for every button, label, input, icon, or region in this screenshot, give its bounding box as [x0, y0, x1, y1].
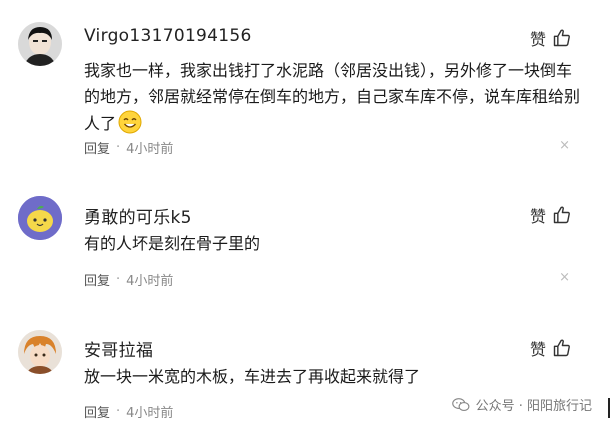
like-button[interactable]: 赞: [530, 203, 572, 227]
reply-button[interactable]: 回复: [84, 402, 110, 421]
reply-button[interactable]: 回复: [84, 138, 110, 157]
like-label: 赞: [529, 340, 546, 359]
username[interactable]: Virgo13170194156: [84, 26, 252, 46]
wechat-icon: [451, 397, 470, 411]
comment-meta: 回复 · 4小时前: [84, 402, 173, 421]
comment-text-content: 我家也一样，我家出钱打了水泥路（邻居没出钱），另外修了一块倒车的地方，邻居就经常…: [84, 61, 581, 133]
like-label: 赞: [529, 207, 546, 226]
timestamp: 4小时前: [126, 274, 174, 289]
comment-text: 有的人坏是刻在骨子里的: [84, 234, 261, 253]
timestamp: 4小时前: [126, 406, 174, 421]
avatar[interactable]: [18, 330, 62, 374]
like-button[interactable]: 赞: [530, 26, 572, 50]
comment-text: 我家也一样，我家出钱打了水泥路（邻居没出钱），另外修了一块倒车的地方，邻居就经常…: [84, 58, 584, 137]
avatar-portrait-icon: [18, 22, 62, 66]
separator-dot: ·: [116, 140, 121, 155]
thumbs-up-icon: [553, 29, 570, 47]
separator-dot: ·: [116, 404, 121, 419]
comment-text: 放一块一米宽的木板，车进去了再收起来就得了: [84, 367, 421, 386]
watermark-text: 公众号 · 阳阳旅行记: [475, 399, 592, 414]
username[interactable]: 安哥拉福: [84, 336, 153, 361]
separator-dot: ·: [116, 272, 121, 287]
comment-meta: 回复 · 4小时前: [84, 138, 173, 157]
username[interactable]: 勇敢的可乐k5: [84, 203, 192, 228]
reply-button[interactable]: 回复: [84, 270, 110, 289]
timestamp: 4小时前: [126, 142, 174, 157]
avatar[interactable]: [18, 22, 62, 66]
lemon-avatar-icon: [18, 196, 62, 240]
watermark: 公众号 · 阳阳旅行记: [451, 395, 592, 414]
smiling-face-emoji-icon: [118, 110, 142, 134]
thumbs-up-icon: [553, 206, 570, 224]
close-icon[interactable]: ×: [559, 270, 570, 285]
comment-meta: 回复 · 4小时前: [84, 270, 173, 289]
avatar[interactable]: [18, 196, 62, 240]
anime-avatar-icon: [18, 330, 62, 374]
like-button[interactable]: 赞: [530, 336, 572, 360]
thumbs-up-icon: [553, 339, 570, 357]
like-label: 赞: [529, 30, 546, 49]
close-icon[interactable]: ×: [559, 138, 570, 153]
